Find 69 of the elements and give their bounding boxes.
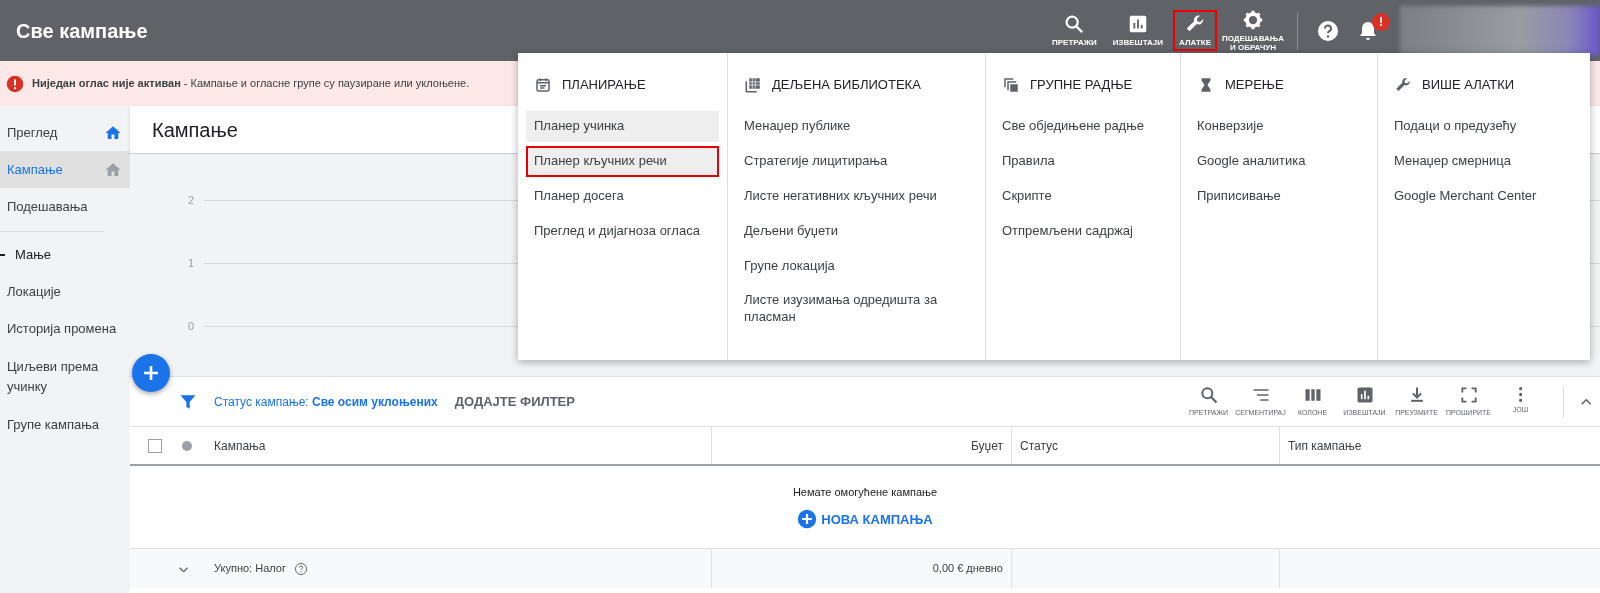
stacked-squares-icon: [1002, 76, 1020, 94]
menu-item[interactable]: Групе локација: [736, 250, 977, 282]
sidebar-item[interactable]: Локације: [0, 273, 130, 310]
toolbar-button[interactable]: ПОДЕШАВАЊА И ОБРАЧУН: [1221, 5, 1285, 56]
calendar-icon: [534, 76, 552, 94]
menu-section-title: ДЕЉЕНА БИБЛИОТЕКА: [772, 76, 921, 95]
menu-section-title: ВИШЕ АЛАТКИ: [1422, 76, 1515, 95]
menu-item[interactable]: Планер учинка: [526, 111, 719, 142]
sidebar-item[interactable]: Историја промена: [0, 310, 130, 347]
notification-badge: !: [1372, 12, 1390, 31]
toolbar-button[interactable]: ИЗВЕШТАЈИ: [1106, 10, 1169, 51]
total-label: Укупно: Налог: [214, 561, 286, 577]
sidebar-item[interactable]: Преглед: [0, 114, 130, 151]
alert-icon: [6, 74, 24, 93]
menu-item[interactable]: Google Merchant Center: [1386, 180, 1582, 212]
menu-item[interactable]: Менаџер публике: [736, 111, 977, 142]
empty-message: Немате омогућене кампање: [792, 484, 938, 500]
add-filter-button[interactable]: ДОДАЈТЕ ФИЛТЕР: [445, 386, 584, 417]
sidebar-toggle[interactable]: Мање: [0, 236, 130, 273]
chevron-down-icon: [179, 566, 189, 572]
expand-icon: [1458, 384, 1479, 405]
help-icon: [1316, 18, 1340, 43]
account-area[interactable]: [1400, 5, 1600, 56]
menu-item[interactable]: Приписивање: [1189, 180, 1369, 212]
add-button[interactable]: [132, 354, 170, 392]
menu-item[interactable]: Планер кључних речи: [526, 145, 719, 177]
menu-item[interactable]: Дељени буџети: [736, 215, 977, 247]
more-icon: [1518, 387, 1523, 403]
budget-total: 0,00 € дневно: [932, 561, 1003, 577]
menu-section-title: ПЛАНИРАЊЕ: [562, 76, 646, 95]
alert-message: Ниједан оглас није активан - Кампање и огласне групе су паузиране или уклоњене.: [32, 76, 470, 92]
menu-item[interactable]: Подаци о предузећу: [1386, 111, 1582, 142]
axis-label: 0: [188, 320, 196, 332]
page-title: Све кампање: [15, 18, 148, 44]
column-header[interactable]: Тип кампање: [1288, 436, 1362, 455]
settings-icon: [1242, 8, 1264, 31]
axis-label: 2: [188, 194, 196, 206]
checkbox[interactable]: [148, 438, 162, 453]
column-header[interactable]: Статус: [1020, 436, 1058, 455]
menu-section-title: МЕРЕЊЕ: [1225, 76, 1284, 95]
filter-chip[interactable]: Статус кампање: Све осим уклоњених: [214, 392, 438, 411]
column-header[interactable]: Кампања: [214, 436, 266, 455]
toolbar-button[interactable]: ПРЕТРАЖИ: [1046, 10, 1103, 51]
dash-icon: [0, 253, 5, 256]
menu-item[interactable]: Отпремљени садржај: [994, 215, 1172, 247]
search-icon: [1198, 384, 1219, 405]
new-campaign-button[interactable]: НОВА КАМПАЊА: [796, 508, 934, 531]
menu-section-title: ГРУПНЕ РАДЊЕ: [1030, 76, 1133, 95]
menu-item[interactable]: Планер досега: [526, 180, 719, 212]
menu-item[interactable]: Све обједињене радње: [994, 111, 1172, 142]
menu-item[interactable]: Скрипте: [994, 180, 1172, 212]
status-dot-icon: [182, 440, 192, 451]
menu-item[interactable]: Конверзије: [1189, 111, 1369, 142]
plus-icon: [797, 509, 818, 530]
toolbar-button[interactable]: АЛАТКЕ: [1173, 10, 1217, 51]
sidebar-item[interactable]: Циљеви према учинку: [0, 347, 130, 406]
menu-item[interactable]: Преглед и дијагноза огласа: [526, 215, 719, 247]
search-icon: [1063, 13, 1086, 36]
sidebar-item[interactable]: Групе кампања: [0, 406, 130, 443]
help-icon: [293, 561, 308, 576]
sidebar-item[interactable]: Подешавања: [0, 188, 130, 225]
column-header[interactable]: Буџет: [971, 436, 1003, 455]
wrench-icon: [1394, 76, 1412, 94]
grid-icon: [744, 76, 762, 94]
menu-item[interactable]: Листе негативних кључних речи: [736, 180, 977, 212]
axis-label: 1: [188, 257, 196, 269]
chevron-up-icon: [1580, 399, 1591, 406]
sidebar-item[interactable]: Кампање: [0, 151, 130, 188]
menu-item[interactable]: Листе изузимања одредишта за пласман: [736, 285, 977, 334]
